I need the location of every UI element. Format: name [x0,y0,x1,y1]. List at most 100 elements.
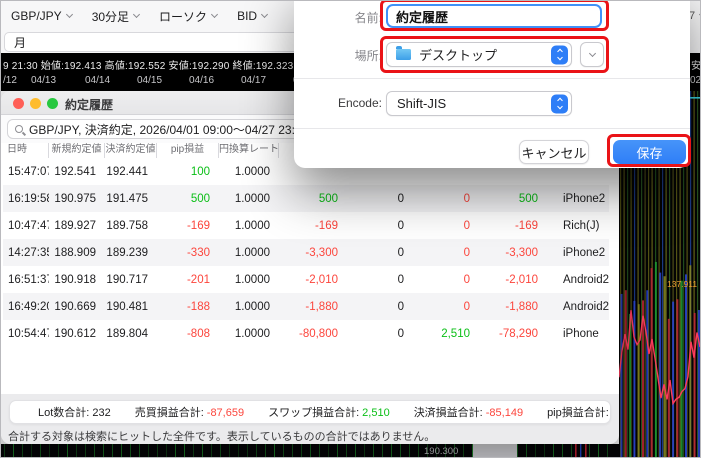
table-cell: 0 [347,193,413,205]
table-cell: 0 [347,247,413,259]
table-cell: -1,880 [279,301,347,313]
summary-value: 232 [92,407,110,419]
toolbar-dropdown-1[interactable]: 30分足 [92,8,139,25]
table-cell: 192.541 [49,166,105,178]
table-cell: 500 [479,193,547,205]
table-row[interactable]: 16:51:37190.918190.717-2011.0000-2,01000… [3,266,609,293]
table-cell: Android2 [547,301,609,313]
table-cell: 190.975 [49,193,105,205]
toolbar-dropdown-3[interactable]: BID [237,9,267,23]
table-cell: -169 [279,220,347,232]
toolbar-dropdown-2[interactable]: ローソク [159,8,217,25]
summary-item: 決済損益合計:-85,149 [414,404,523,420]
table-cell: -188 [157,301,219,313]
chevron-down-icon [261,11,268,18]
table-cell: -2,010 [479,274,547,286]
table-cell: 10:47:47 [3,220,49,232]
toolbar-dropdown-label: ローソク [159,8,207,25]
save-button[interactable]: 保存 [613,140,686,164]
toolbar-dropdown-label: 30分足 [92,8,129,25]
column-header[interactable]: 決済約定値 [105,143,157,158]
table-cell: iPhone [547,328,609,340]
table-row[interactable]: 10:54:47190.612189.804-8081.0000-80,8000… [3,320,609,347]
date-tick-label: /12 [3,75,17,86]
table-cell: -3,300 [279,247,347,259]
table-cell: 189.239 [105,247,157,259]
table-cell: 190.612 [49,328,105,340]
summary-label: Lot数合計: [38,407,89,419]
table-cell: 190.918 [49,274,105,286]
divider [294,128,690,129]
table-cell: 1.0000 [219,193,279,205]
minimize-button[interactable] [30,98,41,109]
chevron-down-icon [133,11,140,18]
table-cell: Android2 [547,274,609,286]
volume-chart-strip: 190.300 [1,444,619,458]
date-tick-label: 04/16 [189,75,214,86]
zoom-button[interactable] [47,98,58,109]
location-label: 場所: [302,47,382,64]
table-cell: 189.758 [105,220,157,232]
summary-value: 2,510 [362,407,390,419]
location-dropdown[interactable]: デスクトップ [386,42,572,67]
column-header[interactable]: pip損益 [157,143,219,158]
table-cell: -201 [157,274,219,286]
cancel-button[interactable]: キャンセル [519,140,589,164]
bid-price-label: 190.300 [424,446,458,457]
summary-item: スワップ損益合計:2,510 [268,404,390,420]
table-row[interactable]: 16:19:58190.975191.4755001.000050000500i… [3,185,609,212]
table-cell: 1.0000 [219,166,279,178]
encode-dropdown[interactable]: Shift-JIS [386,91,572,116]
table-row[interactable]: 14:27:35188.909189.239-3301.0000-3,30000… [3,239,609,266]
chevron-down-icon [211,11,218,18]
summary-label: 売買損益合計: [135,407,204,419]
table-cell: 15:47:07 [3,166,49,178]
expand-dialog-button[interactable] [580,42,604,67]
encode-label: Encode: [302,96,382,110]
table-cell: 0 [413,193,479,205]
toolbar-dropdown-label: BID [237,9,257,23]
chevron-down-icon [66,11,73,18]
summary-bar: Lot数合計:232 売買損益合計:-87,659 スワップ損益合計:2,510 決済… [9,400,611,424]
table-cell: 0 [413,301,479,313]
table-cell: 0 [347,220,413,232]
chevron-down-icon [588,50,595,57]
name-input[interactable]: 約定履歴 [386,4,602,28]
table-cell: 0 [347,274,413,286]
table-cell: 500 [279,193,347,205]
table-cell: 1.0000 [219,274,279,286]
table-cell: Rich(J) [547,220,609,232]
table-cell: 100 [157,166,219,178]
table-cell: 0 [413,274,479,286]
table-cell: -169 [157,220,219,232]
table-cell: 16:19:58 [3,193,49,205]
ohlc-values: 9 21:30 始値:192.413 高値:192.552 安値:192.290… [3,57,293,72]
folder-icon [396,49,411,60]
table-cell: 189.927 [49,220,105,232]
table-cell: 192.441 [105,166,157,178]
table-row[interactable]: 10:47:47189.927189.758-1691.0000-16900-1… [3,212,609,239]
date-tick-label: 04/14 [85,75,110,86]
column-header[interactable]: 新規約定値 [49,143,105,158]
toolbar-fragment: 7 [689,10,701,22]
toolbar-dropdown-0[interactable]: GBP/JPY [11,9,72,23]
summary-value: -87,659 [207,407,244,419]
window-footer: Lot数合計:232 売買損益合計:-87,659 スワップ損益合計:2,510 決済… [1,394,619,444]
location-value: デスクトップ [419,45,497,64]
price-label: 137.911 [667,279,697,289]
table-cell: -2,010 [279,274,347,286]
table-cell: 16:51:37 [3,274,49,286]
column-header[interactable]: 日時 [3,143,49,158]
table-cell: 0 [347,301,413,313]
filter-value: 月 [14,34,26,51]
table-cell: 1.0000 [219,247,279,259]
volume-chart: 190.300 [1,444,619,458]
table-body: 15:47:07192.541192.4411001.000016:19:581… [3,158,609,347]
table-cell: 1.0000 [219,301,279,313]
close-button[interactable] [13,98,24,109]
column-header[interactable]: 円換算レート [219,143,279,158]
summary-item: Lot数合計:232 [38,404,111,420]
summary-footnote: 合計する対象は検索にヒットした全件です。表示しているものの合計ではありません。 [8,428,435,444]
summary-value: -85,149 [486,407,523,419]
table-row[interactable]: 16:49:20190.669190.481-1881.0000-1,88000… [3,293,609,320]
